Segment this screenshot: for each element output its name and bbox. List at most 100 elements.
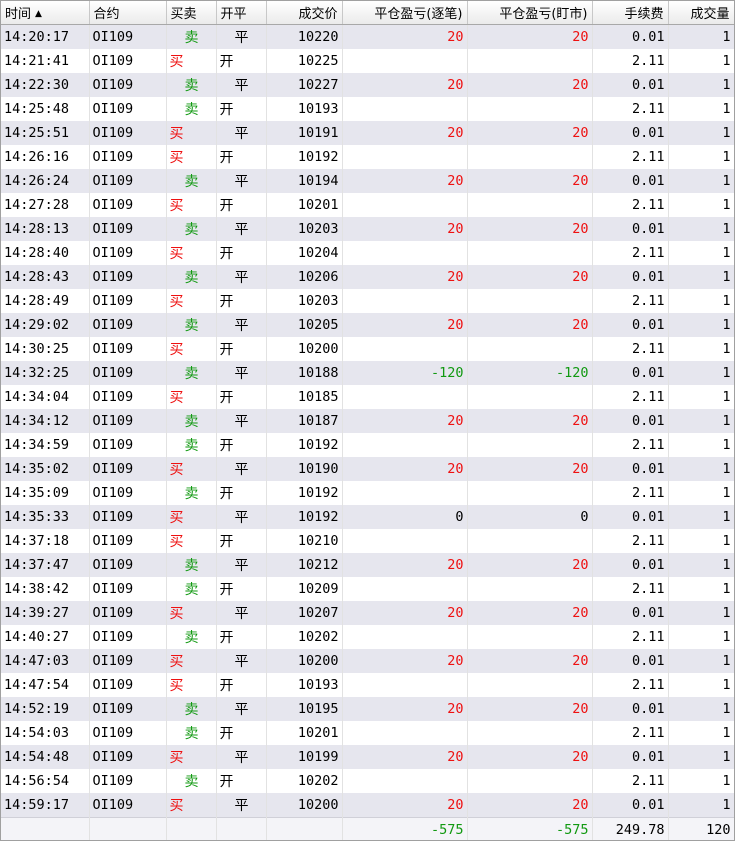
cell-open-close: 开 xyxy=(216,673,267,697)
table-row[interactable]: 14:20:17 OI109 卖平 10220 20 20 0.01 1 xyxy=(1,24,734,49)
col-header-fee[interactable]: 手续费 xyxy=(592,1,669,25)
table-row[interactable]: 14:28:40 OI109 买开 10204 2.11 1 xyxy=(1,241,734,265)
cell-contract: OI109 xyxy=(89,313,167,337)
cell-fee: 0.01 xyxy=(592,313,669,337)
cell-fee: 2.11 xyxy=(592,673,669,697)
cell-pnl-mtm xyxy=(467,481,593,505)
table-row[interactable]: 14:37:18 OI109 买开 10210 2.11 1 xyxy=(1,529,734,553)
cell-time: 14:32:25 xyxy=(1,361,90,385)
table-row[interactable]: 14:35:09 OI109 卖开 10192 2.11 1 xyxy=(1,481,734,505)
cell-side: 买 xyxy=(166,121,217,145)
cell-price: 10192 xyxy=(266,145,343,169)
table-row[interactable]: 14:29:02 OI109 卖平 10205 20 20 0.01 1 xyxy=(1,313,734,337)
cell-qty: 1 xyxy=(668,649,734,673)
table-row[interactable]: 14:40:27 OI109 卖开 10202 2.11 1 xyxy=(1,625,734,649)
cell-pnl-trade xyxy=(342,721,468,745)
cell-pnl-mtm: 20 xyxy=(467,121,593,145)
table-row[interactable]: 14:37:47 OI109 卖平 10212 20 20 0.01 1 xyxy=(1,553,734,577)
table-row[interactable]: 14:26:24 OI109 卖平 10194 20 20 0.01 1 xyxy=(1,169,734,193)
col-header-pnl-mtm[interactable]: 平仓盈亏(盯市) xyxy=(467,1,593,25)
col-header-side[interactable]: 买卖 xyxy=(166,1,217,25)
cell-pnl-mtm xyxy=(467,721,593,745)
cell-time: 14:35:09 xyxy=(1,481,90,505)
cell-qty: 1 xyxy=(668,385,734,409)
table-row[interactable]: 14:54:03 OI109 卖开 10201 2.11 1 xyxy=(1,721,734,745)
cell-price: 10205 xyxy=(266,313,343,337)
table-row[interactable]: 14:28:43 OI109 卖平 10206 20 20 0.01 1 xyxy=(1,265,734,289)
table-row[interactable]: 14:26:16 OI109 买开 10192 2.11 1 xyxy=(1,145,734,169)
table-row[interactable]: 14:28:49 OI109 买开 10203 2.11 1 xyxy=(1,289,734,313)
col-header-price[interactable]: 成交价 xyxy=(266,1,343,25)
col-header-contract[interactable]: 合约 xyxy=(89,1,167,25)
table-row[interactable]: 14:52:19 OI109 卖平 10195 20 20 0.01 1 xyxy=(1,697,734,721)
cell-pnl-mtm: 20 xyxy=(467,169,593,193)
col-header-time[interactable]: 时间 ▲ xyxy=(1,1,90,25)
cell-time: 14:26:16 xyxy=(1,145,90,169)
trade-records-grid[interactable]: 时间 ▲ 合约 买卖 开平 成交价 平仓盈亏(逐笔) 平仓盈亏(盯市) 手续费 成… xyxy=(0,0,735,841)
table-row[interactable]: 14:21:41 OI109 买开 10225 2.11 1 xyxy=(1,49,734,73)
cell-open-close: 平 xyxy=(216,169,267,193)
cell-pnl-mtm: 20 xyxy=(467,697,593,721)
table-row[interactable]: 14:34:12 OI109 卖平 10187 20 20 0.01 1 xyxy=(1,409,734,433)
cell-time: 14:27:28 xyxy=(1,193,90,217)
table-row[interactable]: 14:54:48 OI109 买平 10199 20 20 0.01 1 xyxy=(1,745,734,769)
table-row[interactable]: 14:28:13 OI109 卖平 10203 20 20 0.01 1 xyxy=(1,217,734,241)
table-row[interactable]: 14:35:33 OI109 买平 10192 0 0 0.01 1 xyxy=(1,505,734,529)
col-header-open-close[interactable]: 开平 xyxy=(216,1,267,25)
table-row[interactable]: 14:47:54 OI109 买开 10193 2.11 1 xyxy=(1,673,734,697)
cell-time: 14:47:03 xyxy=(1,649,90,673)
cell-price: 10227 xyxy=(266,73,343,97)
table-row[interactable]: 14:39:27 OI109 买平 10207 20 20 0.01 1 xyxy=(1,601,734,625)
cell-qty: 1 xyxy=(668,193,734,217)
cell-qty: 1 xyxy=(668,745,734,769)
cell-price: 10194 xyxy=(266,169,343,193)
cell-pnl-mtm xyxy=(467,145,593,169)
cell-side: 买 xyxy=(166,193,217,217)
cell-side: 买 xyxy=(166,505,217,529)
cell-contract: OI109 xyxy=(89,97,167,121)
cell-price: 10190 xyxy=(266,457,343,481)
table-row[interactable]: 14:25:48 OI109 卖开 10193 2.11 1 xyxy=(1,97,734,121)
cell-price: 10192 xyxy=(266,433,343,457)
col-header-pnl-trade[interactable]: 平仓盈亏(逐笔) xyxy=(342,1,468,25)
cell-side: 卖 xyxy=(166,553,217,577)
cell-pnl-mtm xyxy=(467,529,593,553)
cell-qty: 1 xyxy=(668,217,734,241)
cell-qty: 1 xyxy=(668,577,734,601)
summary-cell-empty xyxy=(266,817,343,840)
cell-qty: 1 xyxy=(668,481,734,505)
cell-fee: 0.01 xyxy=(592,217,669,241)
cell-pnl-trade xyxy=(342,337,468,361)
table-row[interactable]: 14:25:51 OI109 买平 10191 20 20 0.01 1 xyxy=(1,121,734,145)
table-row[interactable]: 14:47:03 OI109 买平 10200 20 20 0.01 1 xyxy=(1,649,734,673)
table-row[interactable]: 14:38:42 OI109 卖开 10209 2.11 1 xyxy=(1,577,734,601)
cell-side: 卖 xyxy=(166,313,217,337)
cell-pnl-mtm xyxy=(467,433,593,457)
cell-pnl-mtm xyxy=(467,625,593,649)
table-row[interactable]: 14:56:54 OI109 卖开 10202 2.11 1 xyxy=(1,769,734,793)
cell-contract: OI109 xyxy=(89,241,167,265)
cell-time: 14:22:30 xyxy=(1,73,90,97)
cell-time: 14:21:41 xyxy=(1,49,90,73)
cell-pnl-mtm xyxy=(467,289,593,313)
cell-open-close: 平 xyxy=(216,217,267,241)
table-row[interactable]: 14:32:25 OI109 卖平 10188 -120 -120 0.01 1 xyxy=(1,361,734,385)
table-row[interactable]: 14:35:02 OI109 买平 10190 20 20 0.01 1 xyxy=(1,457,734,481)
table-row[interactable]: 14:27:28 OI109 买开 10201 2.11 1 xyxy=(1,193,734,217)
cell-fee: 2.11 xyxy=(592,625,669,649)
cell-contract: OI109 xyxy=(89,505,167,529)
summary-cell-empty xyxy=(216,817,267,840)
cell-qty: 1 xyxy=(668,49,734,73)
cell-contract: OI109 xyxy=(89,697,167,721)
table-row[interactable]: 14:30:25 OI109 买开 10200 2.11 1 xyxy=(1,337,734,361)
cell-time: 14:26:24 xyxy=(1,169,90,193)
header-row: 时间 ▲ 合约 买卖 开平 成交价 平仓盈亏(逐笔) 平仓盈亏(盯市) 手续费 成… xyxy=(1,1,734,25)
cell-open-close: 开 xyxy=(216,289,267,313)
table-row[interactable]: 14:59:17 OI109 买平 10200 20 20 0.01 1 xyxy=(1,793,734,818)
table-row[interactable]: 14:34:04 OI109 买开 10185 2.11 1 xyxy=(1,385,734,409)
table-row[interactable]: 14:22:30 OI109 卖平 10227 20 20 0.01 1 xyxy=(1,73,734,97)
cell-qty: 1 xyxy=(668,769,734,793)
table-row[interactable]: 14:34:59 OI109 卖开 10192 2.11 1 xyxy=(1,433,734,457)
col-header-qty[interactable]: 成交量 xyxy=(668,1,734,25)
cell-qty: 1 xyxy=(668,289,734,313)
